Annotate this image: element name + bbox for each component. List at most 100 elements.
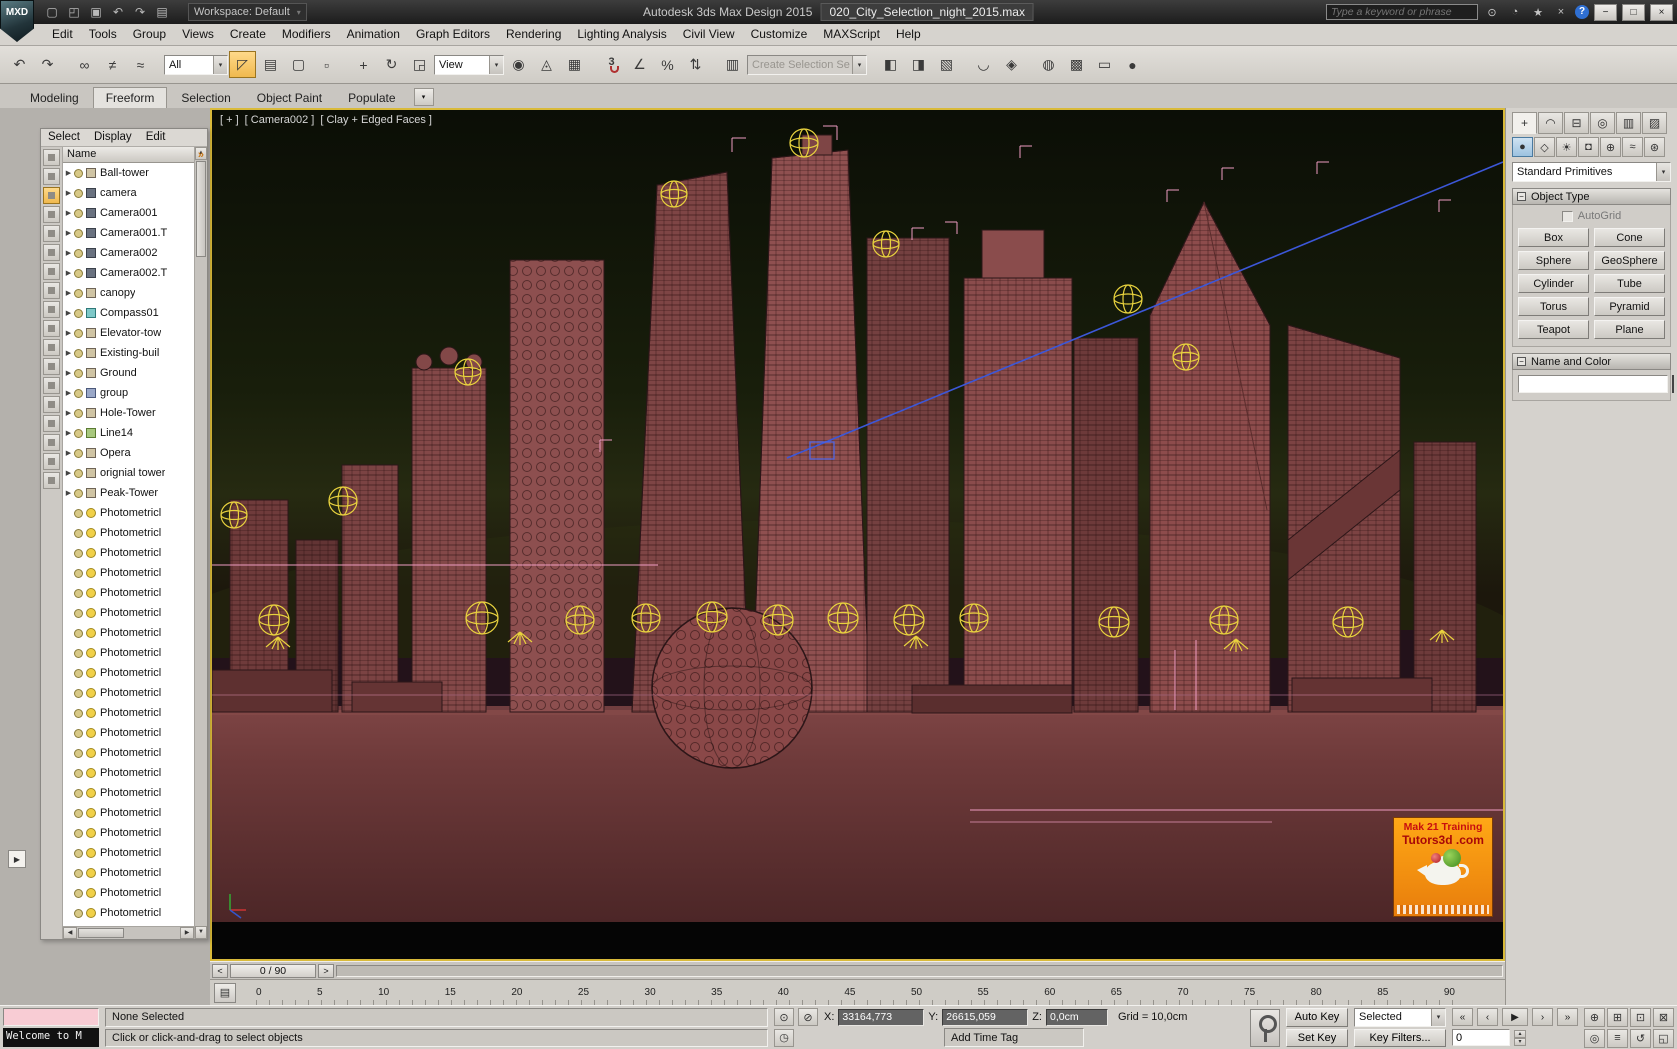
visibility-bulb-icon[interactable] — [74, 168, 83, 178]
layer-manager-icon[interactable]: ▧ — [933, 51, 960, 78]
maximize-viewport-icon[interactable]: ◱ — [1653, 1028, 1674, 1048]
minimize-button[interactable]: − — [1594, 3, 1617, 21]
list-item[interactable]: ▶ Opera — [63, 443, 194, 463]
add-time-tag-field[interactable]: Add Time Tag — [944, 1028, 1084, 1047]
display-tab[interactable]: ▥ — [1616, 112, 1641, 134]
visibility-bulb-icon[interactable] — [74, 848, 83, 858]
list-item[interactable]: Photometricl — [63, 523, 194, 543]
list-item[interactable]: Photometricl — [63, 563, 194, 583]
explorer-tool-icon[interactable] — [43, 358, 60, 375]
keyboard-override-icon[interactable]: ▦ — [561, 51, 588, 78]
new-scene-icon[interactable]: ▢ — [42, 3, 62, 21]
object-type-button[interactable]: Plane — [1594, 320, 1665, 339]
viewport-general-menu[interactable]: [ + ] — [220, 114, 239, 126]
explorer-tool-icon[interactable] — [43, 187, 60, 204]
percent-snap-icon[interactable]: % — [654, 51, 681, 78]
viewport-shading-menu[interactable]: [ Clay + Edged Faces ] — [320, 114, 432, 126]
visibility-bulb-icon[interactable] — [74, 708, 83, 718]
ribbon-tab[interactable]: Selection — [169, 88, 242, 108]
explorer-tool-icon[interactable] — [43, 282, 60, 299]
list-item[interactable]: ▶ Existing-buil — [63, 343, 194, 363]
go-to-end-icon[interactable]: » — [1557, 1008, 1578, 1027]
explorer-tool-icon[interactable] — [43, 206, 60, 223]
save-file-icon[interactable]: ▣ — [86, 3, 106, 21]
object-type-rollout-header[interactable]: − Object Type — [1512, 188, 1671, 205]
track-bar-ruler[interactable]: 0 5 10 15 20 25 30 35 40 45 50 55 60 65 70 75 80 85 90 — [256, 980, 1455, 1005]
list-item[interactable]: Photometricl — [63, 823, 194, 843]
expand-arrow[interactable]: ▶ — [63, 289, 74, 297]
help-icon[interactable]: ? — [1575, 5, 1589, 19]
menu-item[interactable]: Lighting Analysis — [569, 24, 674, 45]
expand-arrow[interactable]: ▶ — [63, 229, 74, 237]
scroll-left-icon[interactable]: ◀ — [63, 927, 77, 939]
object-type-button[interactable]: Tube — [1594, 274, 1665, 293]
modify-tab[interactable]: ◠ — [1538, 112, 1563, 134]
explorer-tool-icon[interactable] — [43, 244, 60, 261]
zoom-icon[interactable]: ⊕ — [1584, 1007, 1605, 1027]
vertical-scrollbar[interactable]: ▲ ▼ — [194, 147, 207, 939]
angle-snap-icon[interactable]: ∠ — [626, 51, 653, 78]
community-icon[interactable]: ◔ — [1506, 4, 1524, 20]
explorer-tool-icon[interactable] — [43, 453, 60, 470]
previous-frame-button[interactable]: < — [212, 963, 228, 978]
expand-arrow[interactable]: ▶ — [63, 369, 74, 377]
ribbon-options-icon[interactable]: ▾ — [413, 88, 434, 106]
menu-item[interactable]: Customize — [743, 24, 816, 45]
explorer-tool-icon[interactable] — [43, 434, 60, 451]
favorites-star-icon[interactable]: ★ — [1529, 4, 1547, 20]
menu-item[interactable]: Views — [174, 24, 222, 45]
visibility-bulb-icon[interactable] — [74, 528, 83, 538]
visibility-bulb-icon[interactable] — [74, 808, 83, 818]
undo-icon[interactable]: ↶ — [108, 3, 128, 21]
align-icon[interactable]: ◨ — [905, 51, 932, 78]
list-item[interactable]: Photometricl — [63, 543, 194, 563]
menu-item[interactable]: Animation — [339, 24, 408, 45]
select-and-move-icon[interactable]: + — [350, 51, 377, 78]
ribbon-tab[interactable]: Modeling — [18, 88, 91, 108]
object-type-button[interactable]: Cone — [1594, 228, 1665, 247]
ribbon-tab[interactable]: Populate — [336, 88, 407, 108]
scroll-down-icon[interactable]: ▼ — [195, 926, 207, 939]
list-item[interactable]: Photometricl — [63, 643, 194, 663]
current-frame-field[interactable] — [1452, 1029, 1510, 1047]
horizontal-scrollbar[interactable]: ◀ ▶ — [63, 926, 194, 939]
expand-arrow[interactable]: ▶ — [63, 169, 74, 177]
visibility-bulb-icon[interactable] — [74, 868, 83, 878]
shapes-category-icon[interactable]: ◇ — [1534, 137, 1555, 157]
list-item[interactable]: ▶ Elevator-tow — [63, 323, 194, 343]
next-frame-button[interactable]: > — [318, 963, 334, 978]
object-name-input[interactable] — [1518, 375, 1668, 393]
explorer-tool-icon[interactable] — [43, 225, 60, 242]
y-coordinate-field[interactable] — [942, 1008, 1029, 1026]
expand-arrow[interactable]: ▶ — [63, 329, 74, 337]
x-coordinate-field[interactable] — [838, 1008, 925, 1026]
expand-arrow[interactable]: ▶ — [63, 469, 74, 477]
visibility-bulb-icon[interactable] — [74, 648, 83, 658]
set-key-icon[interactable] — [1250, 1008, 1280, 1047]
expand-arrow[interactable]: ▶ — [63, 309, 74, 317]
visibility-bulb-icon[interactable] — [74, 268, 83, 278]
visibility-bulb-icon[interactable] — [74, 568, 83, 578]
selection-filter-dropdown[interactable]: All ▾ — [164, 54, 228, 75]
menu-item[interactable]: MAXScript — [815, 24, 888, 45]
zoom-extents-icon[interactable]: ⊡ — [1630, 1007, 1651, 1027]
time-slider-thumb[interactable]: 0 / 90 — [230, 963, 316, 978]
macro-recorder-field[interactable] — [3, 1008, 99, 1027]
expand-arrow[interactable]: ▶ — [63, 269, 74, 277]
visibility-bulb-icon[interactable] — [74, 488, 83, 498]
visibility-bulb-icon[interactable] — [74, 288, 83, 298]
explorer-tool-icon[interactable] — [43, 168, 60, 185]
toolbar-overflow-chevron[interactable]: » — [198, 149, 204, 161]
visibility-bulb-icon[interactable] — [74, 728, 83, 738]
visibility-bulb-icon[interactable] — [74, 348, 83, 358]
unlink-selection-icon[interactable]: ≠ — [99, 51, 126, 78]
explorer-tool-icon[interactable] — [43, 149, 60, 166]
spacewarps-category-icon[interactable]: ≈ — [1622, 137, 1643, 157]
close-button[interactable]: × — [1650, 3, 1673, 21]
visibility-bulb-icon[interactable] — [74, 468, 83, 478]
frame-spinner[interactable]: ▴ ▾ — [1514, 1029, 1526, 1046]
list-item[interactable]: ▶ Ground — [63, 363, 194, 383]
explorer-tool-icon[interactable] — [43, 415, 60, 432]
list-item[interactable]: ▶ Hole-Tower — [63, 403, 194, 423]
menu-item[interactable]: Edit — [44, 24, 81, 45]
